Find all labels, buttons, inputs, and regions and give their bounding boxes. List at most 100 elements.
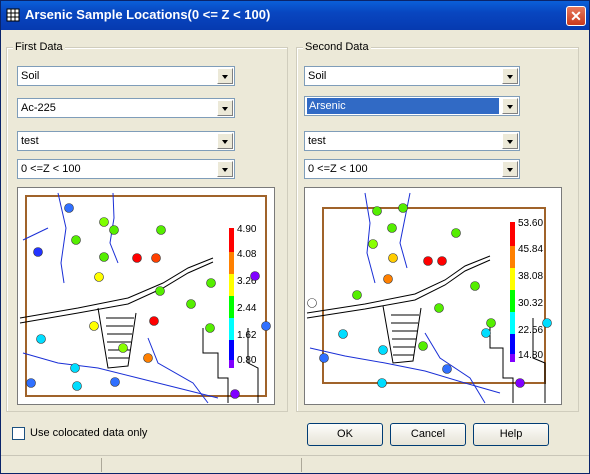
second-dataset-select[interactable]: test [304,131,520,151]
second-medium-select[interactable]: Soil [304,66,520,86]
legend-labels: 53.60 45.84 38.08 30.32 22.56 14.80 [518,218,543,361]
sample-point[interactable] [437,256,447,266]
colocated-label: Use colocated data only [30,427,148,439]
sample-point[interactable] [442,364,452,374]
sample-point[interactable] [71,235,81,245]
sample-point[interactable] [206,278,216,288]
sample-point[interactable] [542,318,552,328]
sample-point[interactable] [434,303,444,313]
sample-point[interactable] [378,345,388,355]
sample-point[interactable] [89,321,99,331]
second-map[interactable]: 53.60 45.84 38.08 30.32 22.56 14.80 [304,187,562,405]
sample-point[interactable] [64,203,74,213]
legend-tick: 22.56 [518,325,543,336]
help-button[interactable]: Help [473,423,549,446]
status-divider [101,458,102,472]
sample-point[interactable] [319,353,329,363]
chevron-down-icon[interactable] [502,161,518,177]
sample-point[interactable] [338,329,348,339]
first-data-label: First Data [13,41,65,53]
status-bar [1,455,589,474]
sample-point[interactable] [155,286,165,296]
sample-point[interactable] [33,247,43,257]
sample-point[interactable] [132,253,142,263]
sample-point[interactable] [250,271,260,281]
chevron-down-icon[interactable] [502,98,518,114]
road-line [202,328,229,403]
sample-point[interactable] [70,363,80,373]
first-map[interactable]: 4.90 4.08 3.26 2.44 1.62 0.80 [17,187,275,405]
first-range-select[interactable]: 0 <=Z < 100 [17,159,235,179]
sample-point[interactable] [261,321,271,331]
title-bar[interactable]: Arsenic Sample Locations(0 <= Z < 100) ✕ [1,1,589,30]
sample-point[interactable] [377,378,387,388]
sample-point[interactable] [143,353,153,363]
legend-bar [229,228,234,368]
sample-point[interactable] [387,223,397,233]
road-line [306,255,491,314]
chevron-down-icon[interactable] [502,133,518,149]
road-line [19,257,214,319]
sample-point[interactable] [372,206,382,216]
sample-point[interactable] [110,377,120,387]
sample-point[interactable] [418,341,428,351]
chevron-down-icon[interactable] [217,100,233,116]
legend-labels: 4.90 4.08 3.26 2.44 1.62 0.80 [237,224,257,366]
sample-point[interactable] [230,389,240,399]
road-line [306,259,491,319]
road-line [19,261,214,324]
chevron-down-icon[interactable] [217,161,233,177]
sample-point[interactable] [388,253,398,263]
sample-point[interactable] [99,217,109,227]
sample-point[interactable] [118,343,128,353]
legend-tick: 0.80 [237,355,257,366]
sample-point[interactable] [149,316,159,326]
sample-point[interactable] [451,228,461,238]
sample-point[interactable] [36,334,46,344]
sample-point[interactable] [205,323,215,333]
legend-bar [510,222,515,362]
sample-point[interactable] [72,381,82,391]
sample-point[interactable] [515,378,525,388]
colocated-checkbox[interactable] [12,427,25,440]
sample-point[interactable] [352,290,362,300]
river-line [22,352,219,399]
sample-point[interactable] [94,272,104,282]
legend-tick: 4.90 [237,224,257,235]
status-divider [301,458,302,472]
first-medium-select[interactable]: Soil [17,66,235,86]
first-map-canvas: 4.90 4.08 3.26 2.44 1.62 0.80 [19,192,271,404]
legend-tick: 38.08 [518,271,543,282]
sample-point[interactable] [423,256,433,266]
sample-point[interactable] [368,239,378,249]
sample-point[interactable] [486,318,496,328]
first-analyte-select[interactable]: Ac-225 [17,98,235,118]
sample-point[interactable] [383,274,393,284]
second-map-canvas: 53.60 45.84 38.08 30.32 22.56 14.80 [306,192,552,404]
chevron-down-icon[interactable] [217,68,233,84]
chevron-down-icon[interactable] [217,133,233,149]
sample-point[interactable] [470,281,480,291]
sample-point[interactable] [26,378,36,388]
second-analyte-select[interactable]: Arsenic [304,96,520,116]
legend-tick: 45.84 [518,244,543,255]
second-range-select[interactable]: 0 <=Z < 100 [304,159,520,179]
sample-point[interactable] [307,298,317,308]
sample-point[interactable] [481,328,491,338]
sample-point[interactable] [186,299,196,309]
close-icon: ✕ [570,8,582,24]
second-data-label: Second Data [303,41,371,53]
river-line [364,192,376,284]
sample-point[interactable] [151,253,161,263]
sample-point[interactable] [156,225,166,235]
sample-point[interactable] [99,252,109,262]
cancel-button[interactable]: Cancel [390,423,466,446]
ok-button[interactable]: OK [307,423,383,446]
close-button[interactable]: ✕ [566,6,586,26]
sample-point[interactable] [398,203,408,213]
chevron-down-icon[interactable] [502,68,518,84]
window-title: Arsenic Sample Locations(0 <= Z < 100) [25,7,271,22]
river-line [424,332,486,404]
first-dataset-select[interactable]: test [17,131,235,151]
sample-point[interactable] [109,225,119,235]
